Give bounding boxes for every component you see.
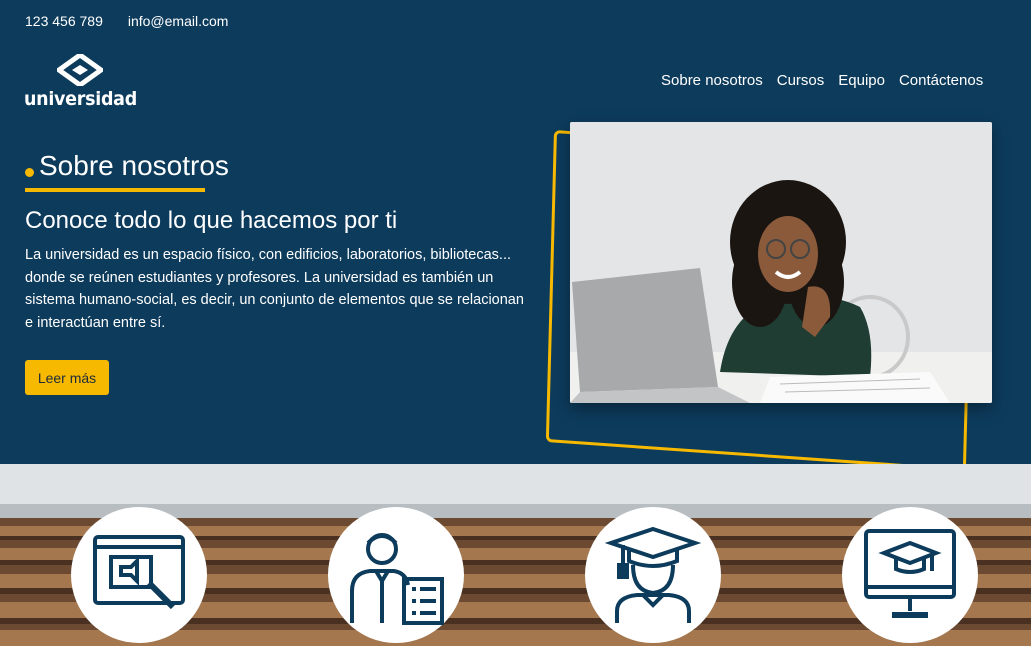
nav-item-contactenos[interactable]: Contáctenos [899,72,983,89]
section-subtitle: Conoce todo lo que hacemos por ti [25,207,398,234]
lecture-hall-banner [0,464,1031,646]
phone-number: 123 456 789 [25,13,103,29]
logo-text: universidad [24,88,137,110]
section-description: La universidad es un espacio físico, con… [25,247,524,331]
main-nav: Sobre nosotros Cursos Equipo Contáctenos [661,72,983,89]
nav-item-sobre-nosotros[interactable]: Sobre nosotros [661,72,763,89]
feature-circle-presentation[interactable] [71,507,207,643]
feature-circle-teacher[interactable] [328,507,464,643]
section-heading: Sobre nosotros [25,150,229,182]
graduate-student-icon [604,526,702,623]
email-address: info@email.com [127,13,229,29]
nav-item-equipo[interactable]: Equipo [838,72,885,89]
university-logo[interactable]: universidad [24,54,137,112]
title-underline [25,188,205,192]
contact-bar: 123 456 789 info@email.com [25,13,228,29]
presentation-board-icon [93,535,185,610]
hero-photo [570,122,992,403]
online-course-monitor-icon [864,529,956,618]
feature-circle-online-course[interactable] [842,507,978,643]
student-laptop-illustration [570,122,992,403]
feature-circle-graduate[interactable] [585,507,721,643]
teacher-board-icon [350,533,444,625]
logo-diamond-icon [57,54,103,86]
section-title: Sobre nosotros [39,150,229,181]
read-more-button[interactable]: Leer más [25,360,109,395]
accent-dot [25,167,34,177]
nav-item-cursos[interactable]: Cursos [777,72,825,89]
